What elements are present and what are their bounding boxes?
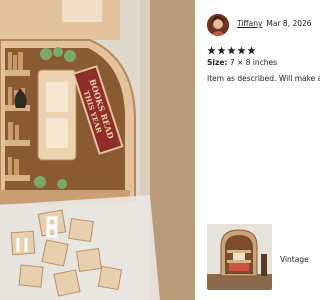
star-rating (207, 46, 256, 55)
size-label: Size: (207, 58, 228, 67)
size-value: 7 × 8 inches (229, 58, 278, 67)
star-icon (237, 46, 246, 55)
star-icon (217, 46, 226, 55)
review-photo-illustration: BOOKS READ THIS YEAR (0, 0, 195, 300)
reviewer-name-link[interactable]: Tiffany (237, 19, 262, 28)
star-icon (227, 46, 236, 55)
review-photo[interactable]: BOOKS READ THIS YEAR (0, 0, 195, 300)
avatar-image (207, 14, 229, 36)
thumbnail-caption[interactable]: Vintage (280, 255, 309, 264)
star-icon (207, 46, 216, 55)
item-thumbnail[interactable] (207, 224, 272, 290)
review-text: Item as described. Will make a g (207, 74, 320, 83)
thumbnail-image (207, 224, 272, 290)
item-size: Size: 7 × 8 inches (207, 58, 277, 67)
review-date: Mar 8, 2026 (266, 19, 312, 28)
reviewer-avatar[interactable] (207, 14, 229, 36)
review-card: Tiffany Mar 8, 2026 Size: 7 × 8 inches It… (195, 0, 320, 300)
star-icon (247, 46, 256, 55)
reviewer-meta: Tiffany Mar 8, 2026 (237, 19, 312, 28)
